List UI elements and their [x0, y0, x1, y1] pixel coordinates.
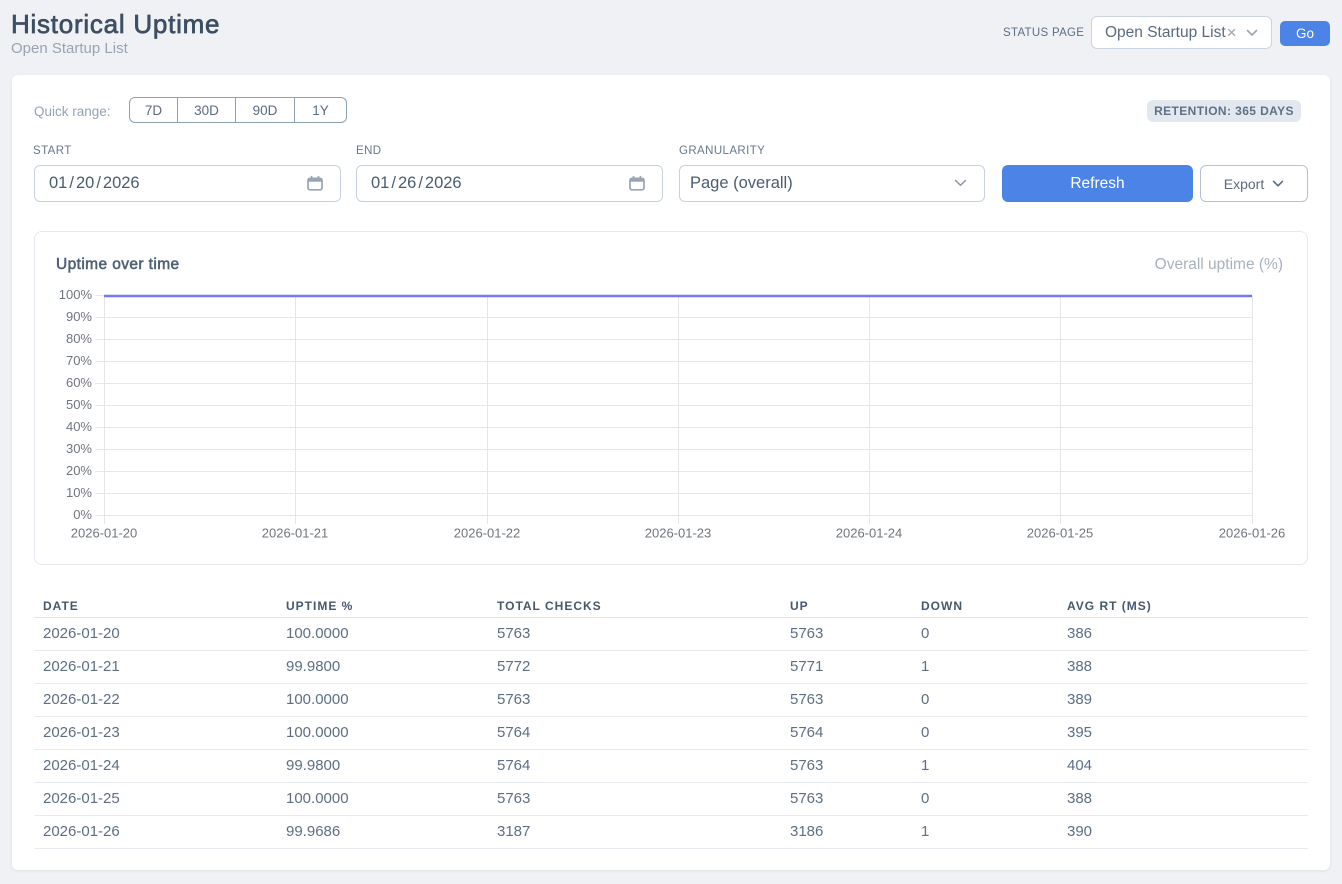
- svg-text:2026-01-21: 2026-01-21: [262, 526, 329, 541]
- svg-text:70%: 70%: [66, 353, 92, 368]
- svg-text:2026-01-20: 2026-01-20: [71, 526, 138, 541]
- svg-text:100%: 100%: [59, 287, 93, 302]
- svg-text:50%: 50%: [66, 397, 92, 412]
- svg-text:10%: 10%: [66, 485, 92, 500]
- svg-text:0%: 0%: [73, 507, 92, 522]
- svg-text:60%: 60%: [66, 375, 92, 390]
- svg-text:90%: 90%: [66, 309, 92, 324]
- svg-text:2026-01-23: 2026-01-23: [645, 526, 712, 541]
- svg-text:20%: 20%: [66, 463, 92, 478]
- svg-text:2026-01-24: 2026-01-24: [836, 526, 903, 541]
- svg-text:40%: 40%: [66, 419, 92, 434]
- svg-text:2026-01-22: 2026-01-22: [454, 526, 521, 541]
- svg-text:80%: 80%: [66, 331, 92, 346]
- svg-text:30%: 30%: [66, 441, 92, 456]
- svg-text:2026-01-26: 2026-01-26: [1219, 526, 1286, 541]
- svg-text:2026-01-25: 2026-01-25: [1027, 526, 1094, 541]
